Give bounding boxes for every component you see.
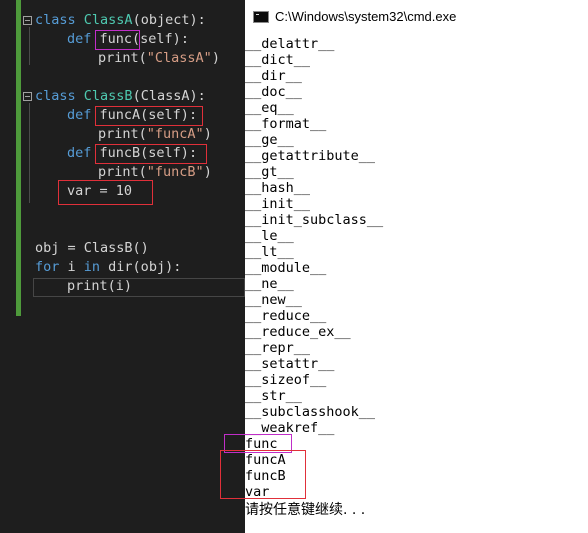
highlight-funcA-box [95,106,203,126]
console-line: __format__ [245,116,327,132]
change-indicator-bar [16,0,21,316]
code-line-14: for i in dir(obj): [35,259,182,275]
highlight-subclass-output-box [220,450,306,499]
console-line: __repr__ [245,340,311,356]
console-line: __delattr__ [245,36,335,52]
console-window[interactable]: C:\Windows\system32\cmd.exe __delattr__ … [220,0,588,533]
console-line: __dir__ [245,68,302,84]
console-line: __eq__ [245,100,294,116]
console-line: __subclasshook__ [245,404,376,420]
console-line: __str__ [245,388,302,404]
highlight-var-box [58,180,153,205]
code-line-3: print("ClassA") [98,50,220,66]
fold-guide [29,27,30,65]
console-title: C:\Windows\system32\cmd.exe [275,9,457,24]
console-line: __init_subclass__ [245,212,384,228]
console-titlebar[interactable]: C:\Windows\system32\cmd.exe [245,0,588,34]
highlight-func-box [95,30,140,50]
code-line-15: print(i) [67,278,133,294]
console-line: __ne__ [245,276,294,292]
console-line: __module__ [245,260,327,276]
pause-prompt: 请按任意键继续. . . [245,502,366,518]
console-line: __ge__ [245,132,294,148]
console-line: __reduce__ [245,308,327,324]
console-line: __lt__ [245,244,294,260]
console-line: __getattribute__ [245,148,376,164]
highlight-funcB-box [95,144,207,164]
console-line: __init__ [245,196,311,212]
code-line-13: obj = ClassB() [35,240,149,256]
console-line: __setattr__ [245,356,335,372]
console-line: __sizeof__ [245,372,327,388]
console-line: __doc__ [245,84,302,100]
console-line: __reduce_ex__ [245,324,351,340]
cmd-icon [253,11,269,23]
code-line-7: print("funcA") [98,126,212,142]
fold-guide [29,103,30,203]
console-line: __new__ [245,292,302,308]
code-line-1: class ClassA(object): [35,12,206,28]
console-line: __hash__ [245,180,311,196]
current-line-highlight [33,278,245,297]
console-line: __dict__ [245,52,311,68]
console-line: __le__ [245,228,294,244]
fold-toggle-icon[interactable] [23,92,32,101]
code-editor[interactable]: class ClassA(object): def func(self): pr… [0,0,245,533]
fold-toggle-icon[interactable] [23,16,32,25]
code-line-5: class ClassB(ClassA): [35,88,206,104]
console-line: __gt__ [245,164,294,180]
